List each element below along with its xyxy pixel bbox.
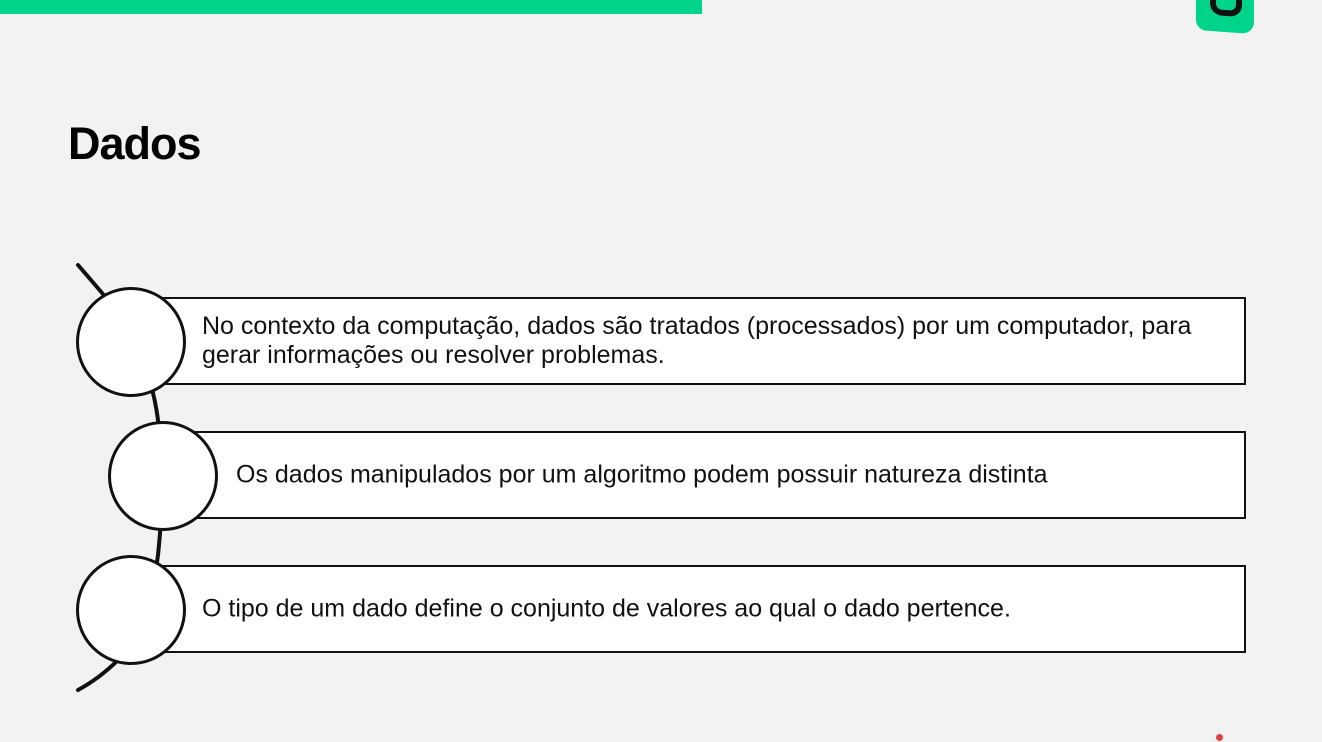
- bullet-circle: [76, 555, 186, 665]
- bullet-circle: [108, 421, 218, 531]
- list-item-text: O tipo de um dado define o conjunto de v…: [202, 594, 1011, 623]
- list-item: O tipo de um dado define o conjunto de v…: [160, 565, 1246, 653]
- bullet-circle: [76, 287, 186, 397]
- pointer-dot-icon: [1216, 734, 1223, 741]
- list-item-text: No contexto da computação, dados são tra…: [202, 312, 1192, 369]
- list-item: No contexto da computação, dados são tra…: [160, 297, 1246, 385]
- list-item: Os dados manipulados por um algoritmo po…: [190, 431, 1246, 519]
- list-item-text: Os dados manipulados por um algoritmo po…: [236, 460, 1048, 489]
